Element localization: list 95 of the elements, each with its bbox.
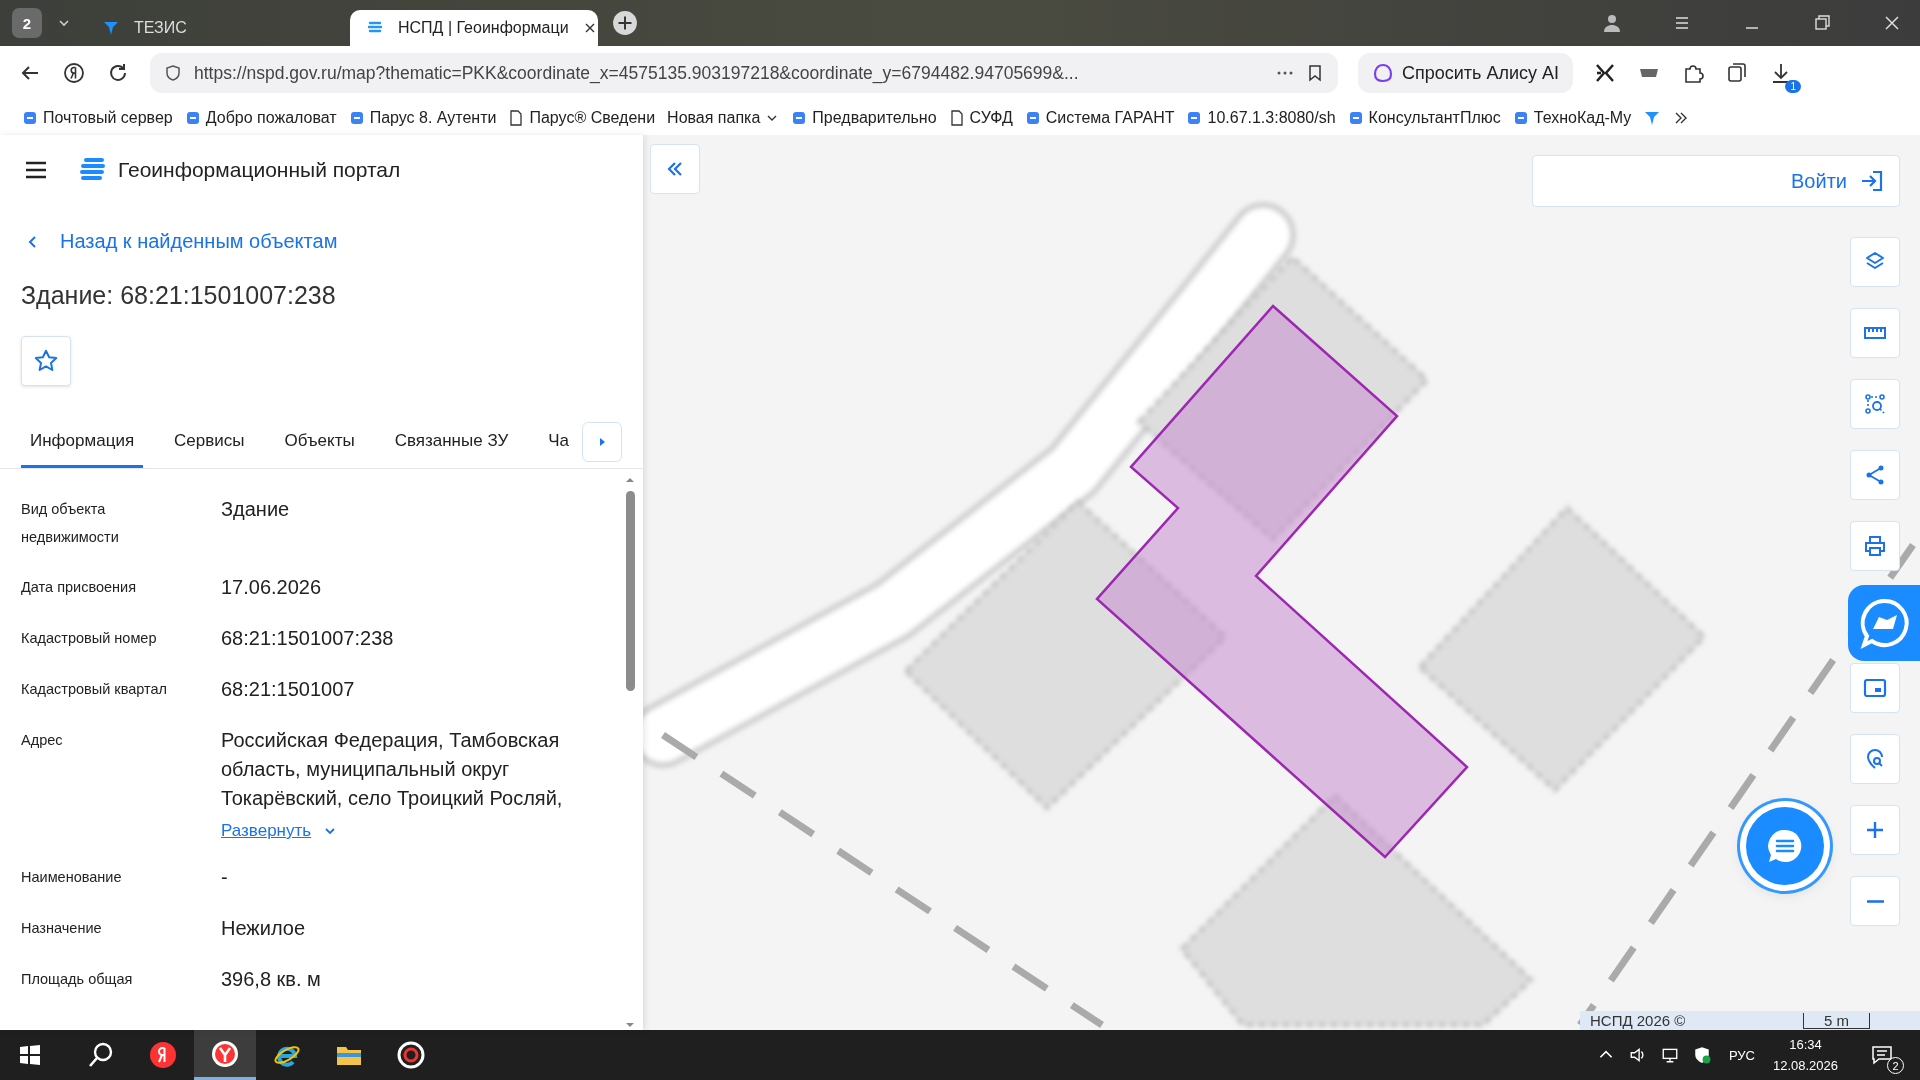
info-tab[interactable]: Ча — [539, 416, 579, 468]
login-icon — [1859, 168, 1885, 194]
yandex-logo-icon[interactable] — [62, 61, 86, 85]
search-icon — [87, 1041, 115, 1069]
layers-button[interactable] — [1850, 237, 1900, 287]
ask-alice-button[interactable]: Спросить Алису AI — [1358, 53, 1574, 93]
favicon-icon — [184, 109, 201, 126]
property-value: - — [221, 865, 229, 890]
bookmark[interactable]: Предварительно — [791, 108, 937, 127]
windows-start-icon[interactable] — [18, 1043, 42, 1067]
ring-icon — [1372, 62, 1394, 84]
geo-search-button[interactable] — [1850, 734, 1900, 784]
language-indicator[interactable]: РУС — [1728, 1047, 1755, 1063]
ring-app-icon — [397, 1041, 425, 1069]
bookmark[interactable]: Парус 8. Аутенти — [348, 108, 497, 127]
map-attribution: НСПД 2026 © — [1590, 1012, 1686, 1029]
favicon-icon — [1512, 109, 1529, 126]
bookmark[interactable]: Система ГАРАНТ — [1024, 108, 1175, 127]
favicon-icon — [22, 109, 38, 126]
property-value: 17.06.2026 — [221, 575, 323, 600]
scrollbar-thumb[interactable] — [625, 491, 635, 691]
property-label: Площадь общая — [21, 970, 134, 989]
bookmark[interactable]: ТехноКад-Му — [1512, 108, 1632, 127]
print-button[interactable] — [1850, 521, 1900, 571]
property-value: Нежилое — [221, 916, 307, 941]
notification-count: 2 — [1887, 1057, 1904, 1074]
property-label: Вид объекта недвижимости — [21, 500, 120, 547]
printer-icon — [1863, 534, 1887, 558]
favicon-icon — [791, 109, 808, 126]
restore-icon[interactable] — [1812, 13, 1832, 33]
bookmark[interactable]: 10.67.1.3:8080/sh — [1186, 108, 1336, 127]
network-icon[interactable] — [1660, 1046, 1679, 1064]
minus-icon — [1866, 899, 1884, 903]
info-tab[interactable]: Сервисы — [165, 416, 254, 468]
frame-icon — [1863, 676, 1887, 700]
property-value: 68:21:1501007:238 — [221, 626, 395, 651]
property-value: Здание — [221, 497, 291, 522]
shield-icon[interactable] — [164, 64, 182, 82]
share-button[interactable] — [1850, 450, 1900, 500]
favicon-icon — [1186, 109, 1203, 126]
property-label: Наименование — [21, 868, 123, 887]
ruler-button[interactable] — [1850, 308, 1900, 358]
profile-icon[interactable] — [1602, 13, 1622, 33]
clock-time[interactable]: 16:34 — [1789, 1037, 1822, 1052]
taskbar-button[interactable] — [194, 1030, 256, 1080]
frame-button[interactable] — [1850, 663, 1900, 713]
favicon-icon — [348, 109, 365, 126]
favorite-button[interactable] — [21, 336, 71, 386]
bookmark-icon[interactable] — [1306, 64, 1324, 82]
property-value: Российская Федерация, Тамбовская область, муниципальный округ Токарёвский, село Троицкий Росляй, — [221, 728, 564, 811]
portal-title: Геоинформационный портал — [118, 158, 401, 182]
info-tab[interactable]: Связанные ЗУ — [385, 416, 518, 468]
property-label: Назначение — [21, 919, 103, 938]
property-value: 396,8 кв. м — [221, 967, 322, 992]
expand-link[interactable]: Развернуть — [221, 821, 312, 841]
bookmark[interactable]: Добро пожаловат — [184, 108, 337, 127]
property-label: Кадастровый номер — [21, 629, 158, 648]
zoom-in-button[interactable] — [1850, 805, 1900, 855]
zoom-out-button[interactable] — [1850, 876, 1900, 926]
assistant-button[interactable] — [1848, 585, 1920, 661]
favicon-icon — [1347, 109, 1364, 126]
new-tab-icon[interactable] — [612, 10, 638, 36]
bookmark[interactable]: Новая папка — [667, 108, 780, 127]
area-search-icon — [1863, 392, 1887, 416]
object-heading: Здание: 68:21:1501007:238 — [21, 281, 337, 310]
clock-date[interactable]: 12.08.2026 — [1772, 1058, 1838, 1073]
notifications-icon[interactable] — [1870, 1043, 1894, 1067]
collapse-panel-button[interactable] — [650, 144, 700, 194]
property-label: Дата присвоения — [21, 578, 138, 597]
bookmark[interactable]: КонсультантПлюс — [1347, 108, 1501, 127]
favicon-icon — [1024, 109, 1041, 126]
bookmark[interactable]: СУФД — [948, 108, 1013, 127]
download-count-badge: 1 — [1785, 80, 1802, 93]
yandex-icon — [149, 1041, 177, 1069]
property-value: 68:21:1501007 — [221, 677, 356, 702]
login-button[interactable]: Войти — [1532, 155, 1900, 207]
browser-icon — [211, 1039, 239, 1068]
bookmark[interactable]: Парус® Сведени — [508, 108, 656, 127]
map-scale: 5 m — [1803, 1012, 1870, 1029]
shield-icon[interactable] — [1692, 1046, 1711, 1064]
page-icon — [948, 109, 965, 126]
scroll-up-icon[interactable] — [625, 475, 635, 485]
tab-counter[interactable]: 2 — [12, 8, 42, 38]
browser-tab[interactable]: ТЕЗИС — [86, 10, 336, 46]
back-link[interactable]: Назад к найденным объектам — [24, 230, 338, 253]
info-tab[interactable]: Объекты — [275, 416, 364, 468]
bookmark[interactable]: Почтовый сервер — [22, 108, 173, 127]
page-icon — [508, 109, 525, 126]
star-icon — [33, 348, 59, 374]
browser-tab[interactable]: НСПД | Геоинформаци — [350, 10, 598, 46]
info-tab[interactable]: Информация — [21, 416, 144, 468]
building-outline[interactable] — [1095, 304, 1469, 859]
property-label: Кадастровый квартал — [21, 680, 168, 699]
area-search-button[interactable] — [1850, 379, 1900, 429]
property-label: Адрес — [21, 731, 64, 750]
